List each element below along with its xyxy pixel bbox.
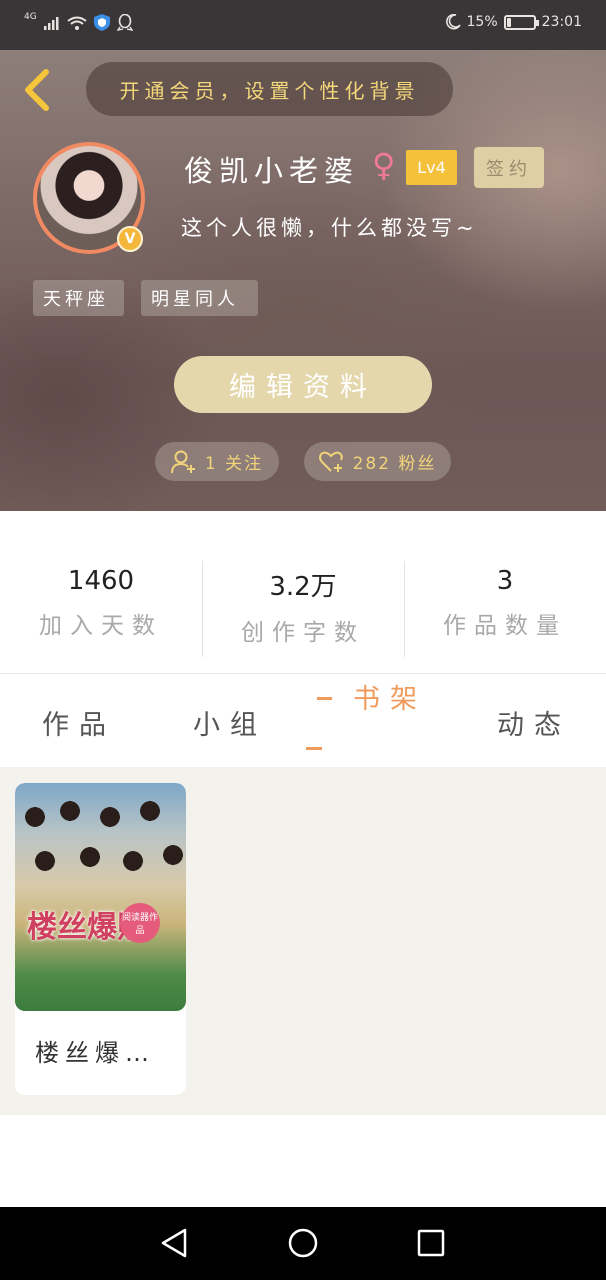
book-cover: 楼丝爆照 阅读器作品	[15, 783, 186, 1011]
book-card[interactable]: 楼丝爆照 阅读器作品 楼丝爆…	[15, 783, 186, 1095]
tab-bar: 作品 小组 书架 动态	[0, 675, 606, 767]
edit-profile-button[interactable]: 编辑资料	[174, 356, 432, 413]
vip-banner[interactable]: 开通会员，设置个性化背景	[86, 62, 453, 116]
chevron-left-icon	[25, 69, 49, 111]
signal-icon	[43, 16, 59, 30]
cover-badge: 阅读器作品	[120, 903, 160, 943]
back-button[interactable]	[20, 68, 54, 112]
stat-label: 作品数量	[443, 613, 567, 639]
stat-word-count: 3.2万 创作字数	[202, 566, 404, 647]
tab-bookshelf[interactable]: 书架	[353, 677, 427, 716]
stat-label: 加入天数	[39, 613, 163, 639]
clock: 23:01	[541, 14, 582, 30]
stats-panel: 1460 加入天数 3.2万 创作字数 3 作品数量	[0, 511, 606, 674]
username: 俊凯小老婆	[184, 154, 360, 188]
status-bar: 4G 15% 23:01	[0, 0, 606, 50]
back-triangle-icon	[161, 1228, 187, 1258]
stat-label: 创作字数	[241, 620, 365, 646]
following-button[interactable]: 1 关注	[155, 442, 279, 481]
battery-percent: 15%	[466, 14, 498, 30]
nav-home-button[interactable]	[285, 1225, 321, 1261]
level-badge[interactable]: Lv4	[406, 150, 457, 185]
add-user-icon	[170, 450, 195, 473]
followers-label: 282 粉丝	[352, 454, 437, 474]
battery-fill	[506, 17, 511, 27]
stat-value: 1460	[67, 566, 135, 596]
home-circle-icon	[288, 1228, 318, 1258]
shield-icon	[93, 14, 110, 31]
following-label: 1 关注	[204, 454, 264, 474]
sign-badge[interactable]: 签约	[474, 147, 544, 188]
profile-header: 开通会员，设置个性化背景 V 俊凯小老婆 ♀ Lv4 签约 这个人很懒，什么都没…	[0, 50, 606, 511]
network-type: 4G	[24, 12, 37, 22]
tab-indicator-underline	[306, 747, 322, 750]
tab-works[interactable]: 作品	[42, 703, 116, 742]
wifi-icon	[67, 16, 87, 30]
bio-text: 这个人很懒，什么都没写~	[181, 216, 478, 240]
system-nav-bar	[0, 1207, 606, 1280]
book-title: 楼丝爆…	[35, 1039, 155, 1067]
verified-badge: V	[117, 226, 143, 252]
stat-join-days: 1460 加入天数	[0, 566, 202, 640]
nav-recents-button[interactable]	[413, 1225, 449, 1261]
nav-back-button[interactable]	[156, 1225, 192, 1261]
tab-indicator-left	[317, 697, 332, 700]
followers-button[interactable]: 282 粉丝	[304, 442, 451, 481]
stat-value: 3	[496, 566, 514, 596]
tab-activity[interactable]: 动态	[497, 703, 571, 742]
recents-square-icon	[417, 1229, 445, 1257]
battery-icon	[503, 14, 539, 30]
female-gender-icon: ♀	[372, 146, 396, 184]
status-right: 15% 23:01	[445, 14, 582, 30]
heart-icon	[318, 451, 343, 472]
stat-value: 3.2万	[269, 572, 337, 602]
tab-groups[interactable]: 小组	[193, 703, 267, 742]
qq-icon	[116, 14, 133, 31]
tag-zodiac[interactable]: 天秤座	[33, 280, 124, 316]
tag-category[interactable]: 明星同人	[141, 280, 258, 316]
stat-works-count: 3 作品数量	[404, 566, 606, 640]
bookshelf-grid: 楼丝爆照 阅读器作品 楼丝爆…	[0, 767, 606, 1115]
status-left: 4G	[24, 12, 133, 31]
moon-icon	[445, 14, 461, 30]
